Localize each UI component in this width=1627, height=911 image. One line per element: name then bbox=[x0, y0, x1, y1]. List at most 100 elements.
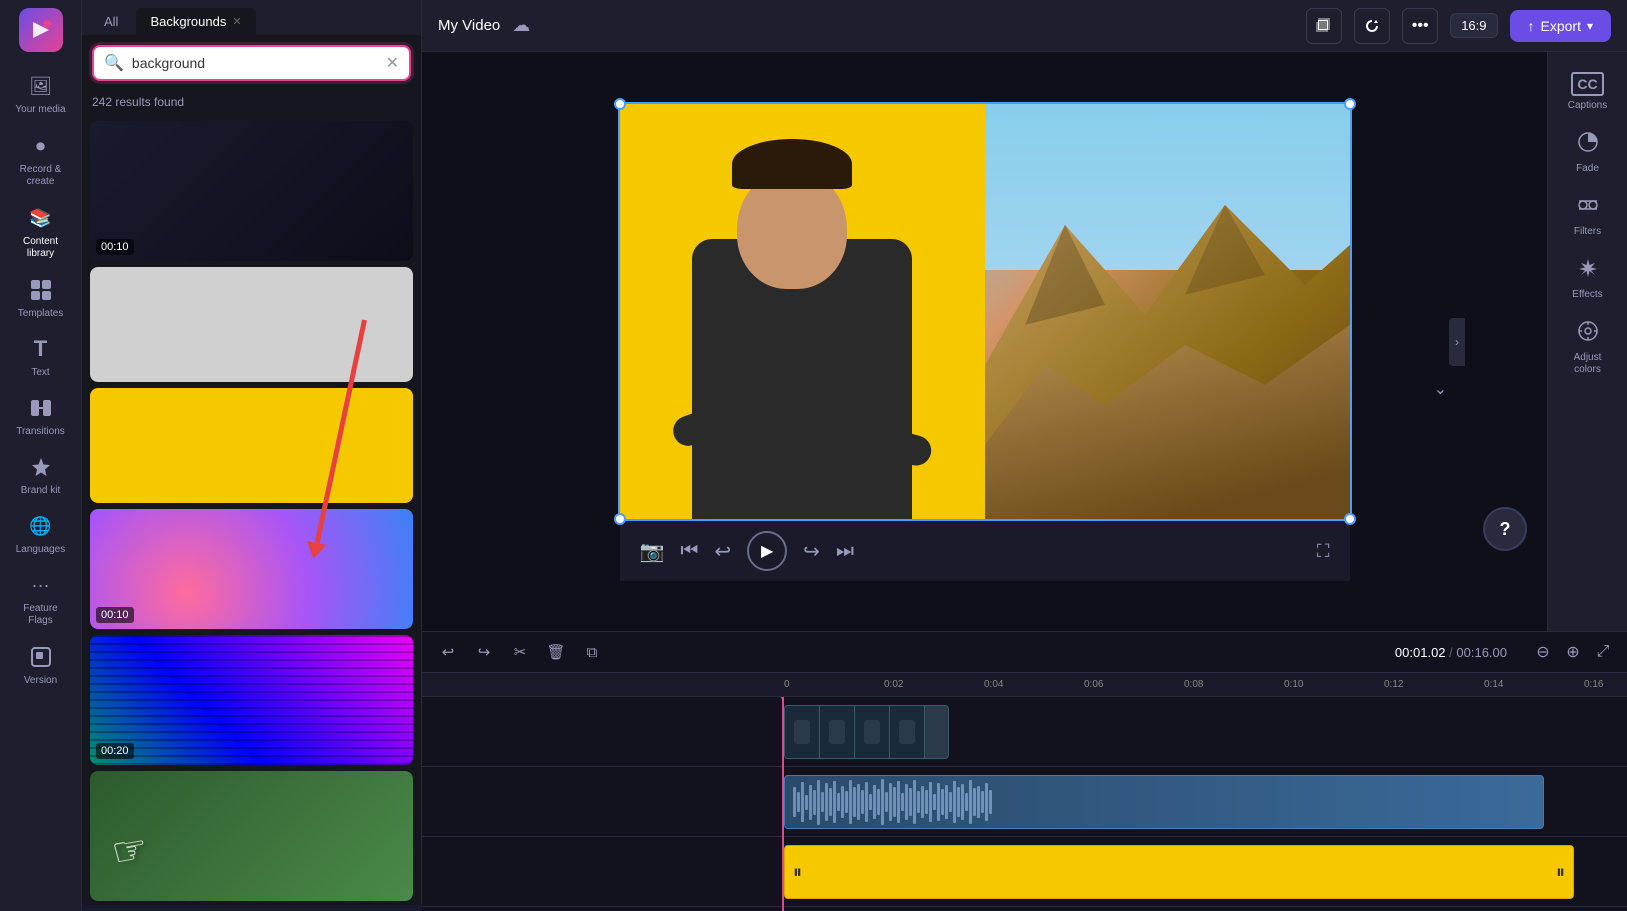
sidebar-item-record-create[interactable]: ⏺ Record &create bbox=[0, 124, 81, 196]
export-caret-icon: ▾ bbox=[1587, 19, 1593, 33]
captions-panel-item[interactable]: CC Captions bbox=[1548, 64, 1627, 119]
redo-button[interactable]: ↪ bbox=[470, 638, 498, 666]
adjust-colors-panel-item[interactable]: Adjustcolors bbox=[1548, 312, 1627, 384]
cut-button[interactable]: ✂ bbox=[506, 638, 534, 666]
clip-pause-end-icon: ⏸ bbox=[1556, 862, 1565, 883]
thumbnail-item[interactable]: 00:20 bbox=[90, 635, 413, 765]
forward-icon[interactable]: ↪ bbox=[803, 539, 820, 564]
crop-button[interactable] bbox=[1306, 8, 1342, 44]
sidebar-item-text[interactable]: T Text bbox=[0, 327, 81, 386]
fade-panel-item[interactable]: Fade bbox=[1548, 123, 1627, 182]
thumbnail-item[interactable]: 00:10 bbox=[90, 121, 413, 261]
export-button[interactable]: ↑ Export ▾ bbox=[1510, 10, 1612, 42]
frame-thumb-4 bbox=[890, 705, 925, 759]
thumb-label: 00:10 bbox=[96, 239, 134, 255]
sidebar-item-content-library[interactable]: 📚 Contentlibrary bbox=[0, 196, 81, 268]
play-button[interactable]: ▶ bbox=[747, 531, 787, 571]
app-logo[interactable] bbox=[19, 8, 63, 52]
effects-icon bbox=[1577, 257, 1599, 285]
content-library-icon: 📚 bbox=[27, 204, 55, 232]
yellow-clip[interactable]: ⏸ ⏸ bbox=[784, 845, 1574, 899]
delete-button[interactable]: 🗑 bbox=[542, 638, 570, 666]
frame-thumb-2 bbox=[820, 705, 855, 759]
sidebar-item-templates[interactable]: Templates bbox=[0, 268, 81, 327]
sidebar-item-your-media[interactable]: 🖼 Your media bbox=[0, 64, 81, 124]
total-time: 00:16.00 bbox=[1456, 645, 1507, 660]
corner-handle-br[interactable] bbox=[1344, 513, 1356, 525]
time-display: 00:01.02 / 00:16.00 bbox=[1395, 645, 1507, 660]
corner-handle-bl[interactable] bbox=[614, 513, 626, 525]
fade-icon bbox=[1577, 131, 1599, 159]
rotate-button[interactable] bbox=[1354, 8, 1390, 44]
dropdown-arrow[interactable]: ⌄ bbox=[1434, 379, 1447, 399]
feature-flags-icon: ··· bbox=[27, 571, 55, 599]
search-box[interactable]: 🔍 ✕ bbox=[92, 45, 411, 81]
skip-back-icon[interactable]: ⏮ bbox=[680, 540, 698, 563]
playback-bar: 📷 ⏮ ↩ ▶ ↪ ⏭ ⛶ bbox=[620, 521, 1350, 581]
avatar-clip[interactable] bbox=[784, 705, 949, 759]
track-avatar bbox=[422, 697, 1627, 767]
tab-close-icon[interactable]: ✕ bbox=[232, 15, 241, 28]
thumbnail-item[interactable] bbox=[90, 267, 413, 382]
search-input[interactable] bbox=[132, 55, 378, 71]
video-right-panel bbox=[985, 104, 1350, 519]
sidebar-item-transitions[interactable]: Transitions bbox=[0, 386, 81, 445]
help-button[interactable]: ? bbox=[1483, 507, 1527, 551]
filters-panel-item[interactable]: Filters bbox=[1548, 186, 1627, 245]
sidebar-item-version[interactable]: Version bbox=[0, 635, 81, 694]
filters-icon bbox=[1577, 194, 1599, 222]
timeline-area: ↩ ↪ ✂ 🗑 ⧉ 00:01.02 / 00:16.00 ⊖ ⊕ ⤢ 0 0:… bbox=[422, 631, 1627, 911]
preview-area: 📷 ⏮ ↩ ▶ ↪ ⏭ ⛶ ? › ⌄ bbox=[422, 52, 1547, 631]
corner-handle-tr[interactable] bbox=[1344, 98, 1356, 110]
text-icon: T bbox=[27, 335, 55, 363]
tab-all[interactable]: All bbox=[90, 8, 132, 35]
captions-icon: CC bbox=[1571, 72, 1603, 96]
collapse-right-panel-button[interactable]: › bbox=[1449, 318, 1465, 366]
search-clear-icon[interactable]: ✕ bbox=[386, 53, 399, 73]
fit-view-button[interactable]: ⤢ bbox=[1591, 640, 1615, 664]
clip-pause-start-icon: ⏸ bbox=[793, 862, 802, 883]
zoom-out-button[interactable]: ⊖ bbox=[1531, 640, 1555, 664]
zoom-in-button[interactable]: ⊕ bbox=[1561, 640, 1585, 664]
main-content: My Video ☁ ••• 16:9 ↑ Export ▾ bbox=[422, 0, 1627, 911]
thumbnails-grid: 00:10 00:10 00:20 bbox=[82, 117, 421, 905]
fullscreen-icon[interactable]: ⛶ bbox=[1317, 541, 1330, 562]
skip-forward-icon[interactable]: ⏭ bbox=[836, 540, 854, 563]
audio-clip[interactable] bbox=[784, 775, 1544, 829]
rewind-icon[interactable]: ↩ bbox=[714, 539, 731, 564]
export-icon: ↑ bbox=[1528, 18, 1535, 34]
corner-handle-tl[interactable] bbox=[614, 98, 626, 110]
thumbnail-item[interactable]: 00:10 bbox=[90, 509, 413, 629]
thumbnail-item[interactable] bbox=[90, 388, 413, 503]
more-options-button[interactable]: ••• bbox=[1402, 8, 1438, 44]
sidebar-item-languages[interactable]: 🌐 Languages bbox=[0, 504, 81, 563]
panel-tabs: All Backgrounds ✕ bbox=[82, 0, 421, 35]
chevron-right-icon: › bbox=[1455, 335, 1459, 349]
sidebar-right: CC Captions Fade bbox=[1547, 52, 1627, 631]
brand-kit-icon bbox=[27, 453, 55, 481]
panel: All Backgrounds ✕ 🔍 ✕ 242 results found … bbox=[82, 0, 422, 905]
sidebar-item-brand-kit[interactable]: Brand kit bbox=[0, 445, 81, 504]
aspect-ratio-badge: 16:9 bbox=[1450, 13, 1497, 38]
sidebar-item-feature-flags[interactable]: ··· FeatureFlags bbox=[0, 563, 81, 635]
waveform bbox=[785, 776, 1543, 828]
zoom-controls: ⊖ ⊕ ⤢ bbox=[1531, 640, 1615, 664]
cloud-save-icon[interactable]: ☁ bbox=[512, 15, 530, 36]
record-create-icon: ⏺ bbox=[27, 132, 55, 160]
undo-button[interactable]: ↩ bbox=[434, 638, 462, 666]
effects-panel-item[interactable]: Effects bbox=[1548, 249, 1627, 308]
current-time: 00:01.02 bbox=[1395, 645, 1446, 660]
sidebar-left: 🖼 Your media ⏺ Record &create 📚 Contentl… bbox=[0, 0, 82, 911]
thumbnail-item[interactable] bbox=[90, 771, 413, 901]
templates-icon bbox=[27, 276, 55, 304]
tab-backgrounds[interactable]: Backgrounds ✕ bbox=[136, 8, 255, 35]
video-preview-container bbox=[618, 102, 1352, 521]
transitions-icon bbox=[27, 394, 55, 422]
track-audio bbox=[422, 767, 1627, 837]
search-area: 🔍 ✕ bbox=[82, 35, 421, 91]
duplicate-button[interactable]: ⧉ bbox=[578, 638, 606, 666]
camera-icon: 📷 bbox=[640, 539, 665, 564]
your-media-icon: 🖼 bbox=[27, 72, 55, 100]
video-left-panel bbox=[620, 104, 985, 519]
top-bar: My Video ☁ ••• 16:9 ↑ Export ▾ bbox=[422, 0, 1627, 52]
